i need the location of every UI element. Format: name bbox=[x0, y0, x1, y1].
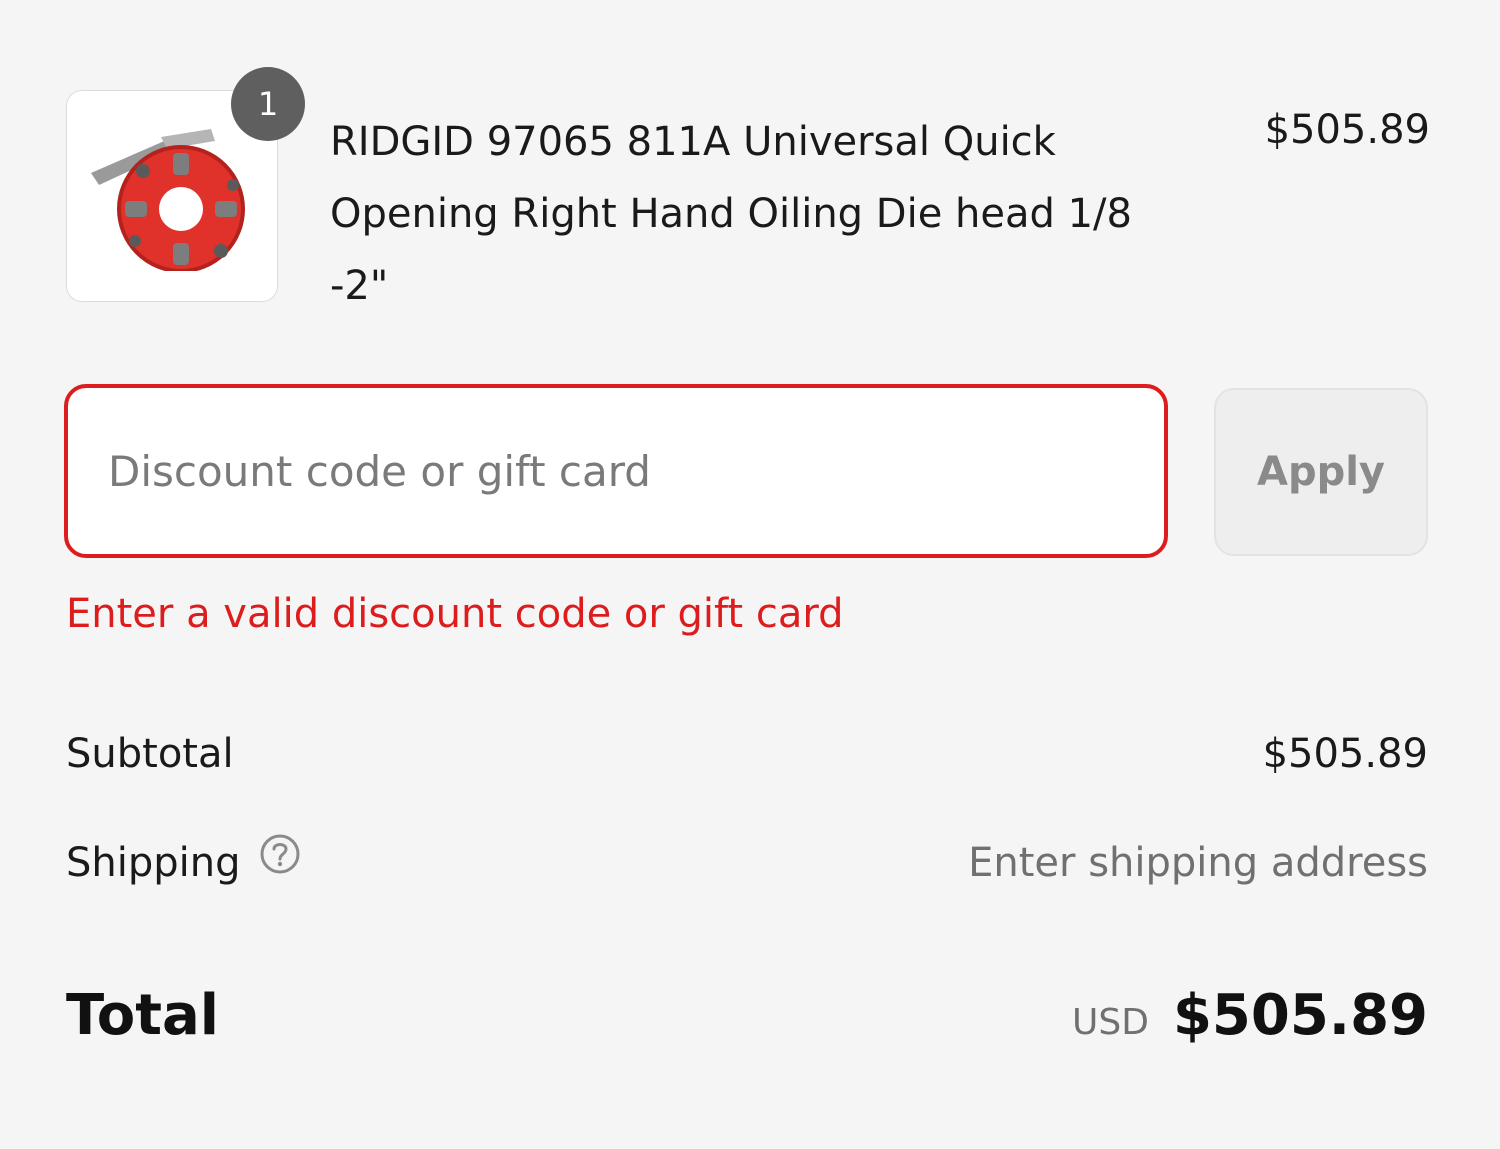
product-name: RIDGID 97065 811A Universal Quick Openin… bbox=[330, 119, 1132, 309]
discount-code-input[interactable] bbox=[64, 384, 1168, 558]
product-price: $505.89 bbox=[1264, 107, 1430, 153]
shipping-label: Shipping bbox=[66, 840, 241, 886]
discount-error-message: Enter a valid discount code or gift card bbox=[66, 591, 844, 637]
shipping-row: Shipping Enter shipping address bbox=[66, 833, 1428, 893]
order-summary: 1 RIDGID 97065 811A Universal Quick Open… bbox=[0, 0, 1500, 1149]
currency-code: USD bbox=[1072, 1002, 1149, 1043]
total-value-group: USD $505.89 bbox=[1072, 980, 1428, 1065]
subtotal-row: Subtotal $505.89 bbox=[66, 724, 1428, 784]
total-amount: $505.89 bbox=[1172, 983, 1428, 1048]
subtotal-value: $505.89 bbox=[1262, 731, 1428, 777]
total-row: Total USD $505.89 bbox=[66, 980, 1428, 1052]
quantity-badge: 1 bbox=[231, 67, 305, 141]
total-label: Total bbox=[66, 983, 219, 1048]
product-thumbnail: 1 bbox=[66, 67, 305, 302]
die-head-product-image bbox=[91, 129, 245, 271]
shipping-label-group: Shipping bbox=[66, 833, 301, 893]
question-circle-icon[interactable] bbox=[259, 832, 301, 892]
line-item: 1 RIDGID 97065 811A Universal Quick Open… bbox=[66, 67, 1430, 309]
subtotal-label: Subtotal bbox=[66, 731, 234, 777]
apply-discount-button[interactable]: Apply bbox=[1214, 388, 1428, 556]
shipping-value: Enter shipping address bbox=[968, 840, 1428, 886]
